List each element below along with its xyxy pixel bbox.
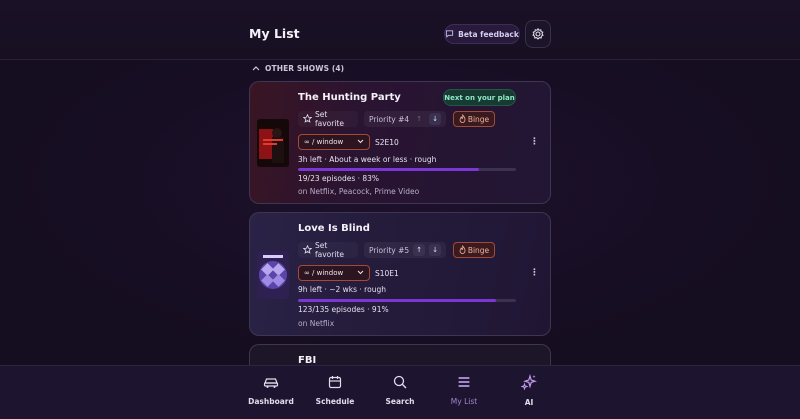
priority-down-button[interactable]: ↓ [429, 244, 442, 256]
fire-icon [459, 113, 466, 125]
set-favorite-button[interactable]: Set favorite [298, 110, 358, 128]
time-left-text: 3h left · About a week or less · rough [298, 155, 437, 164]
nav-ai[interactable]: AI [499, 373, 559, 414]
chat-bubble-icon [445, 29, 454, 40]
nav-label: Search [385, 397, 415, 406]
priority-up-button[interactable]: ↑ [413, 244, 426, 256]
other-shows-toggle[interactable]: OTHER SHOWS (4) [252, 62, 344, 74]
episode-code: S2E10 [375, 138, 399, 147]
priority-control: Priority #4 ↑ ↓ [364, 111, 446, 127]
episodes-count: 19/23 episodes · 83% [298, 174, 380, 183]
priority-down-button[interactable]: ↓ [429, 113, 442, 125]
priority-label: Priority #5 [369, 245, 410, 255]
nav-label: Schedule [315, 397, 355, 406]
episode-code: S10E1 [375, 269, 399, 278]
show-title: Love Is Blind [298, 223, 370, 234]
show-poster [257, 119, 289, 167]
progress-bar-fill [298, 168, 479, 171]
more-options-icon[interactable]: ⋮ [530, 268, 539, 278]
window-select[interactable]: ∞ / window [298, 265, 370, 281]
gear-icon [532, 25, 544, 44]
beta-feedback-label: Beta feedback [458, 29, 519, 39]
binge-button[interactable]: Binge [453, 111, 495, 127]
search-icon [393, 374, 407, 393]
set-favorite-button[interactable]: Set favorite [298, 241, 358, 259]
progress-bar [298, 168, 516, 171]
settings-button[interactable] [525, 20, 551, 48]
section-label: OTHER SHOWS (4) [265, 63, 345, 73]
set-favorite-label: Set favorite [315, 241, 344, 259]
show-poster [257, 251, 289, 299]
star-icon [302, 113, 313, 125]
set-favorite-label: Set favorite [315, 110, 344, 128]
priority-label: Priority #4 [369, 114, 410, 124]
calendar-icon [328, 374, 342, 393]
window-select-value: ∞ / window [304, 138, 344, 146]
chevron-down-icon [357, 269, 364, 277]
nav-label: Dashboard [248, 397, 294, 406]
next-on-plan-badge: Next on your plan [443, 89, 516, 106]
time-left-text: 9h left · ~2 wks · rough [298, 285, 386, 294]
list-icon [457, 374, 471, 393]
top-header: My List Beta feedback [0, 0, 800, 60]
star-icon [302, 244, 313, 256]
nav-search[interactable]: Search [370, 374, 430, 414]
episodes-count: 123/135 episodes · 91% [298, 305, 389, 314]
streaming-services: on Netflix [298, 319, 335, 328]
window-select-value: ∞ / window [304, 269, 344, 277]
binge-label: Binge [467, 114, 490, 124]
window-select[interactable]: ∞ / window [298, 134, 370, 150]
nav-my-list[interactable]: My List [434, 374, 494, 414]
binge-button[interactable]: Binge [453, 242, 495, 258]
show-card[interactable]: The Hunting Party Next on your plan Set … [249, 81, 551, 204]
progress-bar [298, 299, 516, 302]
priority-up-button[interactable]: ↑ [413, 113, 425, 125]
more-options-icon[interactable]: ⋮ [530, 137, 539, 147]
show-title: The Hunting Party [298, 92, 401, 103]
priority-control: Priority #5 ↑ ↓ [364, 242, 446, 258]
nav-label: My List [450, 397, 478, 406]
nav-dashboard[interactable]: Dashboard [241, 374, 301, 414]
show-card[interactable]: Love Is Blind Set favorite Priority #5 ↑… [249, 212, 551, 336]
chevron-down-icon [357, 138, 364, 146]
car-icon [263, 374, 279, 393]
progress-bar-fill [298, 299, 497, 302]
chevron-up-icon [252, 64, 260, 73]
nav-label: AI [524, 398, 534, 407]
nav-schedule[interactable]: Schedule [305, 374, 365, 414]
beta-feedback-button[interactable]: Beta feedback [444, 24, 520, 44]
sparkle-icon [520, 373, 537, 394]
bottom-nav: Dashboard Schedule Search My List AI [0, 365, 800, 419]
page-title: My List [249, 26, 300, 41]
binge-label: Binge [467, 245, 490, 255]
streaming-services: on Netflix, Peacock, Prime Video [298, 187, 420, 196]
fire-icon [459, 244, 466, 256]
